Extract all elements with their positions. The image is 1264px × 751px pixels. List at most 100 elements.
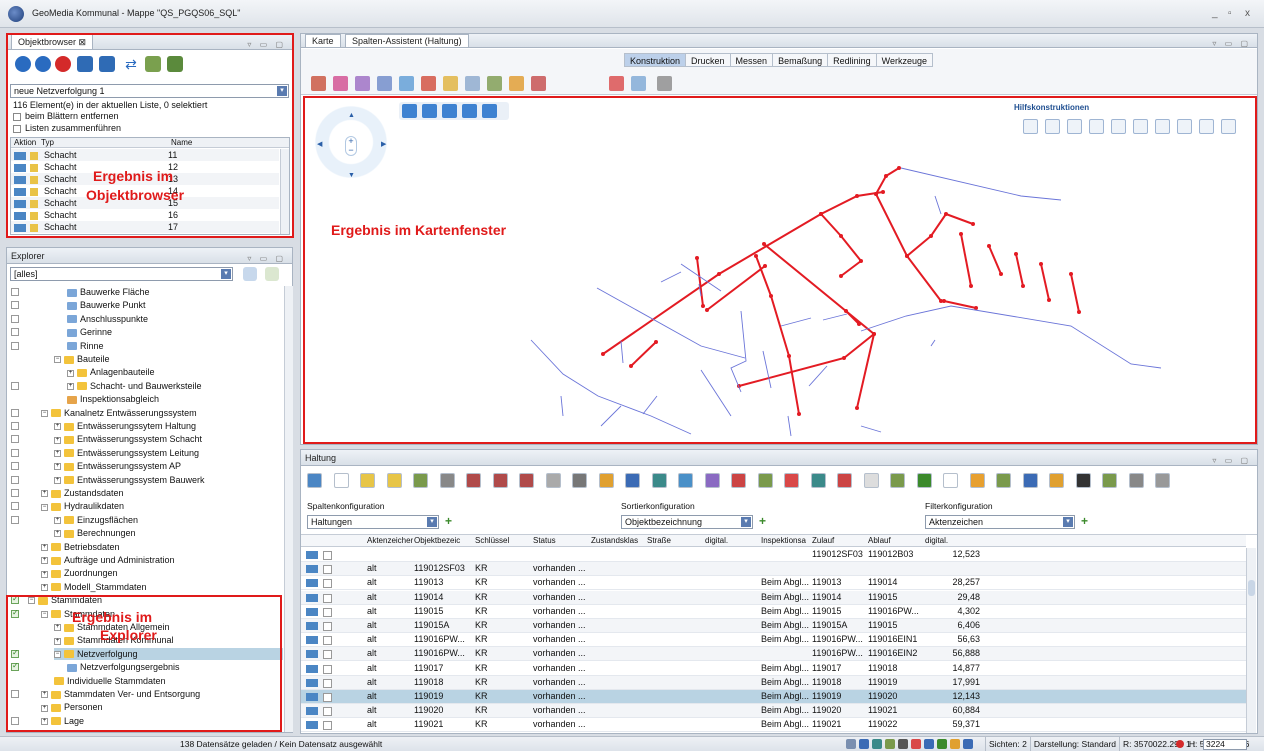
zoom-to-icon[interactable] (306, 551, 318, 559)
tree-item[interactable]: + Entwässerungssystem Schacht (54, 433, 283, 445)
zoom-to-icon[interactable] (306, 707, 318, 716)
tree-item[interactable]: + Entwässerungssytem Haltung (54, 420, 283, 432)
expand-toggle-icon[interactable]: − (41, 409, 48, 417)
status-tool-icon[interactable] (924, 739, 934, 749)
close-button[interactable]: x (1245, 8, 1250, 19)
tree-checkbox[interactable] (11, 661, 19, 672)
option-remove-on-scroll[interactable]: beim Blättern entfernen (13, 110, 119, 122)
table-tool-icon[interactable] (545, 473, 561, 488)
ribbon-tab[interactable]: Werkzeuge (875, 53, 933, 67)
status-tool-icon[interactable] (859, 739, 869, 749)
table-tool-icon[interactable] (1102, 473, 1117, 488)
list-scrollbar[interactable] (280, 149, 289, 234)
table-tool-icon[interactable] (1022, 473, 1038, 488)
panel-controls[interactable]: ▿ ▭ ▢ (1212, 453, 1251, 469)
tree-checkbox[interactable] (11, 515, 19, 524)
tree-checkbox[interactable] (11, 716, 19, 725)
expand-toggle-icon[interactable]: − (54, 650, 61, 658)
table-tool-icon[interactable] (466, 473, 481, 488)
delete-geometry-icon[interactable] (657, 76, 672, 91)
column-header[interactable]: Status (533, 535, 589, 547)
zoom-to-icon[interactable] (306, 678, 318, 687)
table-row[interactable]: alt 119016PW... KR vorhanden ... Beim Abgl..… (301, 633, 1246, 648)
table-tool-icon[interactable] (916, 473, 932, 488)
ribbon-tab[interactable]: Drucken (685, 53, 730, 67)
refresh-icon[interactable]: ⇄ (123, 56, 139, 72)
table-row[interactable]: alt 119017 KR vorhanden ... Beim Abgl... 1190… (301, 661, 1246, 676)
expand-toggle-icon[interactable]: − (41, 610, 48, 618)
construct-line-icon[interactable] (333, 76, 348, 91)
expand-toggle-icon[interactable]: + (54, 516, 61, 524)
expand-toggle-icon[interactable]: + (41, 570, 48, 578)
table-tool-icon[interactable] (678, 473, 693, 488)
tree-item[interactable]: + Lage (41, 715, 283, 727)
tree-item[interactable]: + Personen (41, 701, 283, 713)
status-tool-icon[interactable] (872, 739, 882, 749)
tree-checkbox[interactable] (11, 462, 19, 471)
tree-item[interactable]: + Stammdaten Ver- und Entsorgung (41, 688, 283, 700)
delete-icon[interactable] (55, 56, 71, 72)
sort-select[interactable]: Objektbezeichnung ▾ (621, 515, 753, 529)
edit-icon[interactable] (609, 76, 624, 91)
list-item[interactable]: Schacht 11 (11, 149, 279, 161)
table-tool-icon[interactable] (598, 473, 614, 488)
zoom-to-icon[interactable] (306, 622, 318, 630)
table-tool-icon[interactable] (1075, 473, 1091, 488)
table-row[interactable]: alt 119013 KR vorhanden ... Beim Abgl... 1190… (301, 576, 1246, 591)
explorer-filter-select[interactable]: [alles] ▾ (10, 267, 233, 281)
tree-item[interactable]: + Modell_Stammdaten (41, 581, 283, 593)
add-sort-icon[interactable]: + (759, 514, 766, 528)
tree-item[interactable]: + Entwässerungssystem Bauwerk (54, 474, 283, 486)
column-header[interactable]: Zulauf (812, 535, 866, 547)
table-tool-icon[interactable] (307, 473, 322, 488)
add-filter-icon[interactable]: + (1081, 514, 1088, 528)
checkbox[interactable] (13, 112, 21, 121)
table-row[interactable]: 119012SF03 119012B03 12,523 (301, 548, 1246, 562)
expand-toggle-icon[interactable]: − (28, 597, 35, 605)
table-row[interactable]: alt 119019 KR vorhanden ... Beim Abgl... 1190… (301, 690, 1246, 704)
table-tool-icon[interactable] (360, 473, 375, 488)
ribbon-tab[interactable]: Bemaßung (772, 53, 828, 67)
ribbon-tab[interactable]: Messen (729, 53, 773, 67)
edit-record-icon[interactable] (323, 664, 332, 674)
tree-item[interactable]: − Stammdaten (28, 594, 283, 606)
restore-button[interactable]: ▫ (1228, 8, 1232, 19)
expand-toggle-icon[interactable]: + (41, 691, 48, 699)
export-icon[interactable] (167, 56, 183, 72)
tree-scrollbar[interactable] (284, 286, 293, 732)
table-tool-icon[interactable] (890, 473, 905, 488)
expand-toggle-icon[interactable]: + (54, 476, 61, 484)
scrollbar-thumb[interactable] (1248, 580, 1255, 596)
column-header[interactable]: Zustandsklas (591, 535, 645, 547)
expand-toggle-icon[interactable]: + (67, 369, 74, 377)
tree-item[interactable]: Anschlusspunkte (67, 313, 283, 325)
table-row[interactable]: alt 119018 KR vorhanden ... Beim Abgl... 1190… (301, 675, 1246, 690)
grid-scrollbar[interactable] (1246, 548, 1256, 733)
expand-toggle-icon[interactable]: + (54, 637, 61, 645)
tab-spalten-assistent[interactable]: Spalten-Assistent (Haltung) (345, 34, 469, 47)
table-tool-icon[interactable] (943, 473, 958, 488)
edit-record-icon[interactable] (323, 622, 332, 631)
save-as-icon[interactable] (99, 56, 115, 72)
zoom-to-icon[interactable] (14, 223, 26, 232)
table-tool-icon[interactable] (413, 473, 428, 488)
tree-item[interactable]: + Einzugsflächen (54, 514, 283, 526)
table-tool-icon[interactable] (1128, 473, 1144, 488)
construct-point-icon[interactable] (311, 76, 326, 91)
option-merge-lists[interactable]: Listen zusammenführen (13, 122, 121, 134)
tree-checkbox[interactable] (11, 489, 19, 497)
expand-toggle-icon[interactable]: + (54, 463, 61, 471)
edit-record-icon[interactable] (323, 678, 332, 688)
expand-toggle-icon[interactable]: + (41, 704, 48, 712)
zoom-to-icon[interactable] (306, 650, 318, 659)
tree-item[interactable]: Inspektionsabgleich (67, 393, 283, 405)
column-header[interactable]: digital. (705, 535, 759, 547)
filter-select[interactable]: Aktenzeichen ▾ (925, 515, 1075, 529)
table-tool-icon[interactable] (837, 473, 852, 488)
properties-icon[interactable] (631, 76, 646, 91)
table-tool-icon[interactable] (731, 473, 746, 488)
table-tool-icon[interactable] (625, 473, 640, 488)
tree-item[interactable]: Bauwerke Fläche (67, 286, 283, 298)
zoom-to-icon[interactable] (306, 593, 318, 602)
construct-text-icon[interactable] (399, 76, 414, 91)
